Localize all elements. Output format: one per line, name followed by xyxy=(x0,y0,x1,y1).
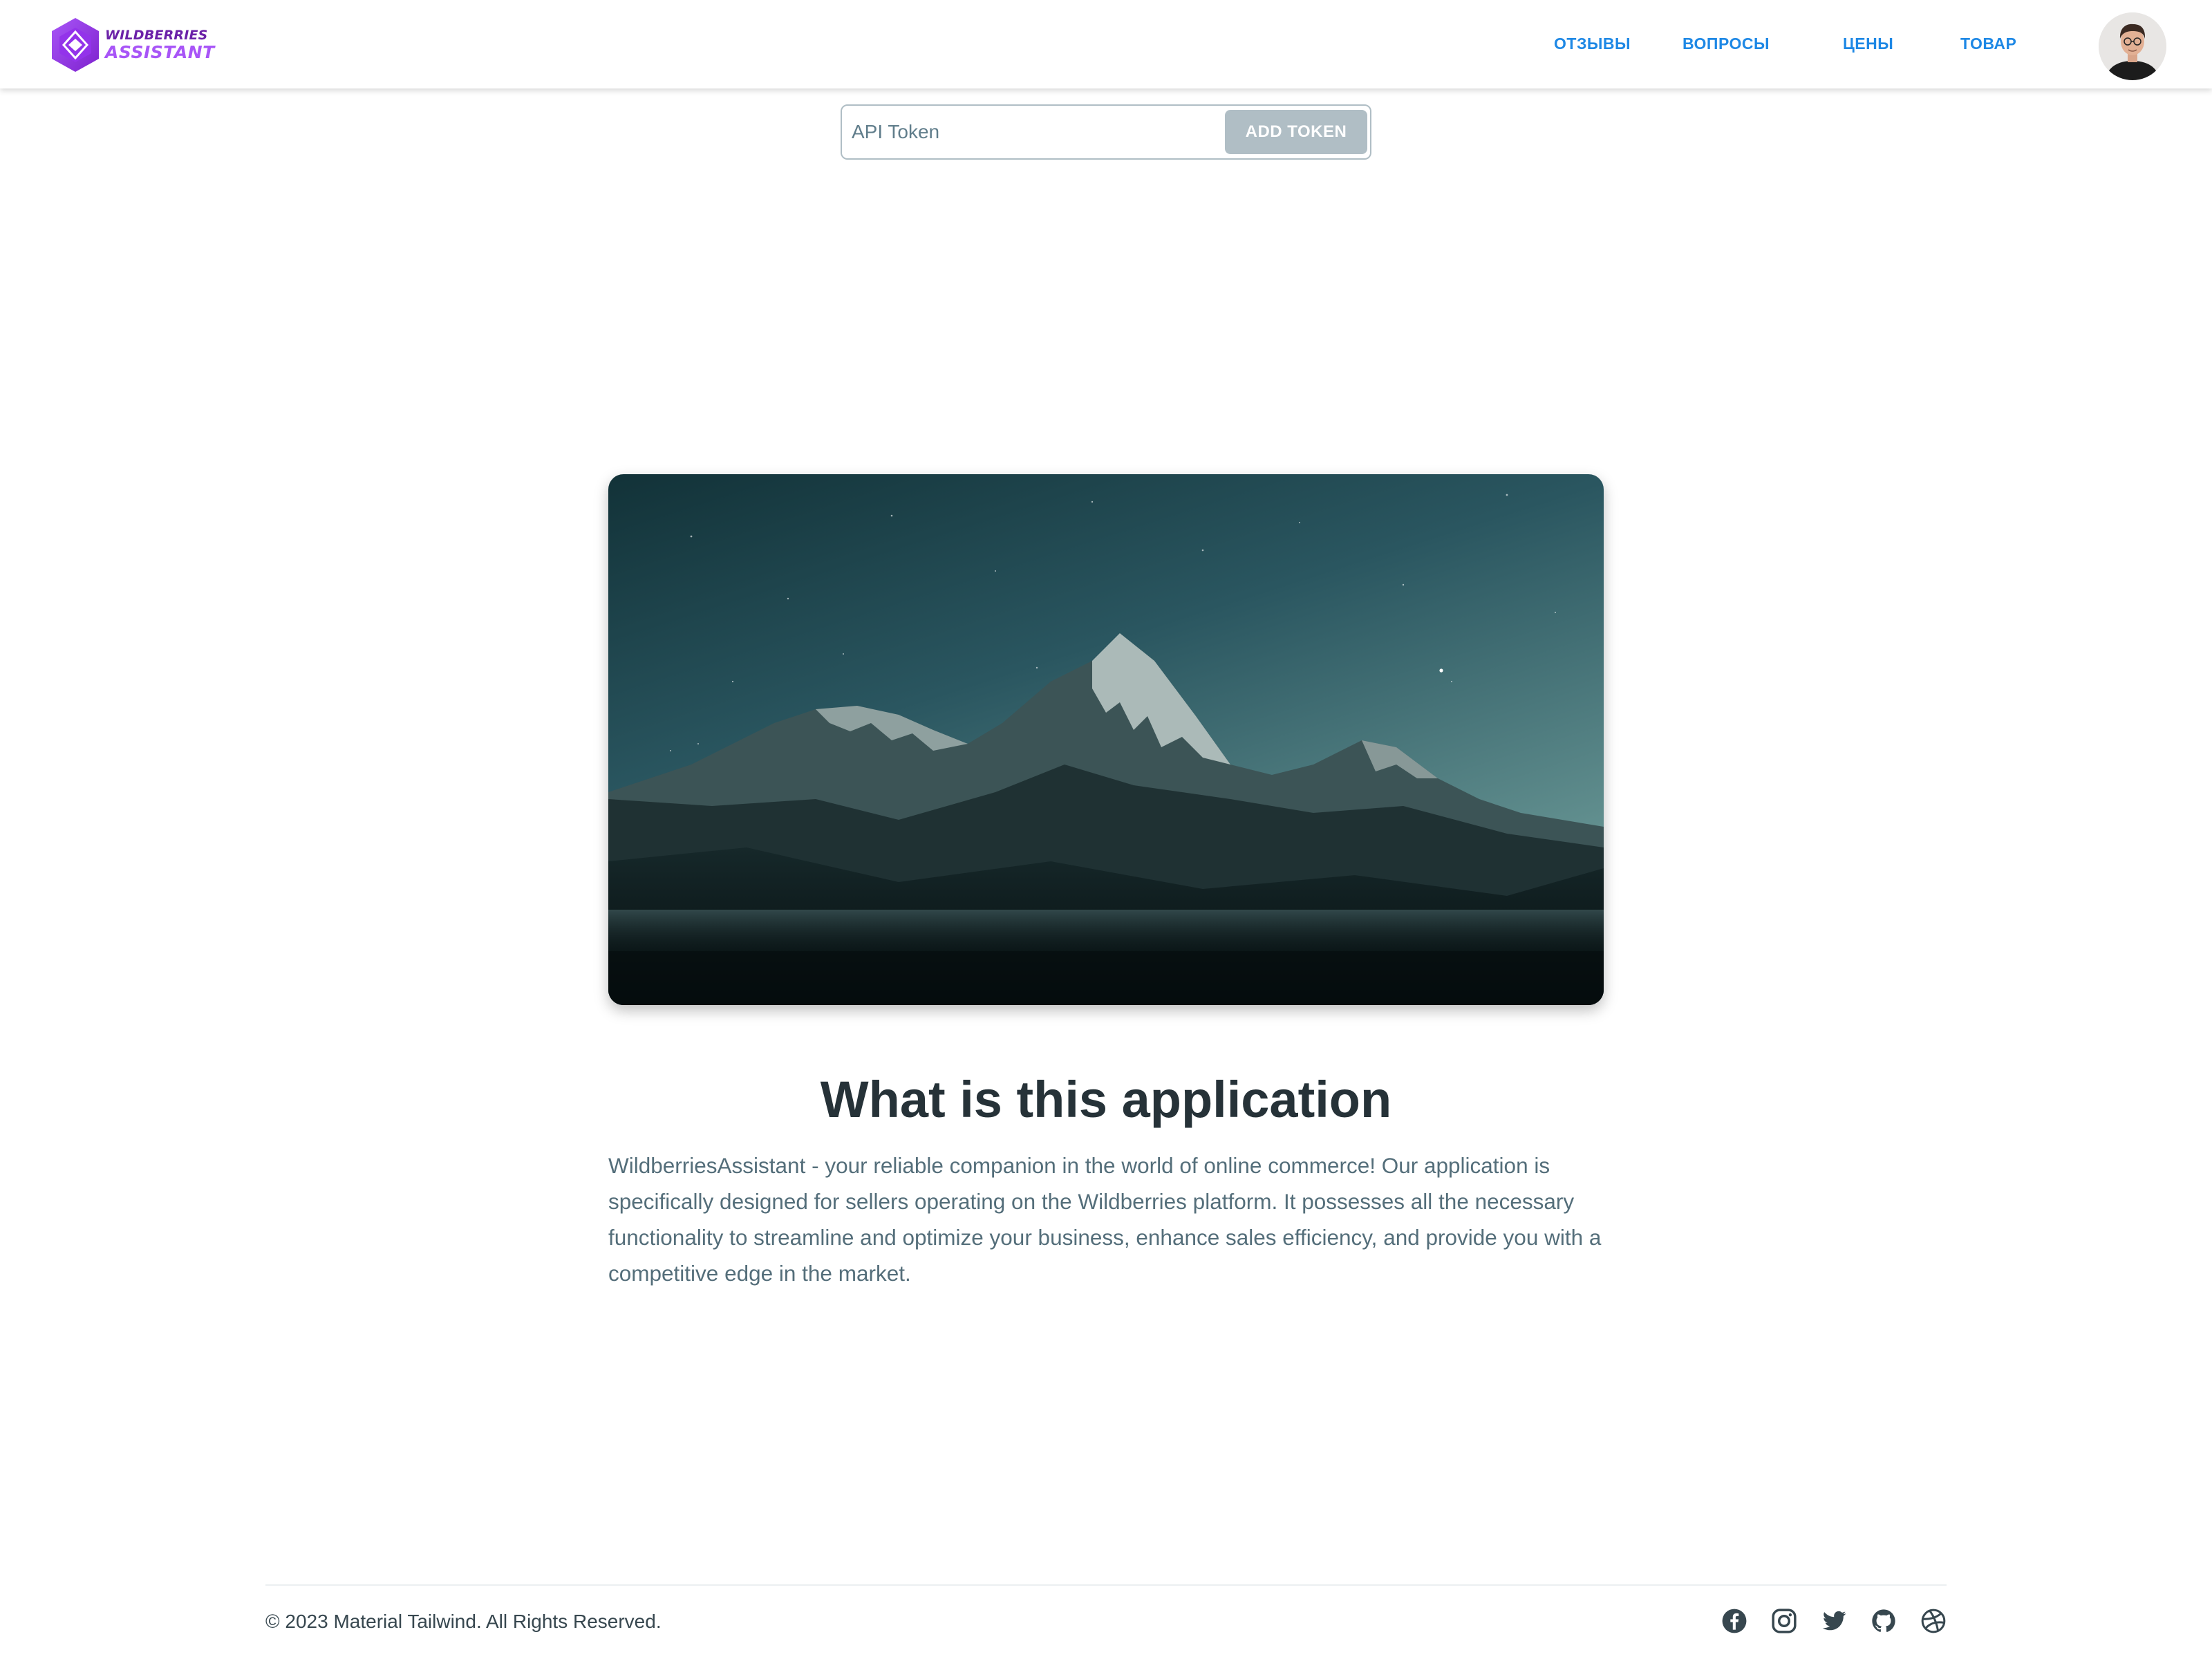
facebook-icon[interactable] xyxy=(1721,1608,1747,1634)
add-token-button[interactable]: ADD TOKEN xyxy=(1225,110,1367,154)
brand-logo[interactable]: WILDBERRIES ASSISTANT xyxy=(50,17,215,73)
logo-hexagon-icon xyxy=(52,18,99,72)
nav-link-product[interactable]: ТОВАР xyxy=(1960,35,2016,53)
user-avatar[interactable] xyxy=(2099,12,2166,80)
footer-copyright: © 2023 Material Tailwind. All Rights Res… xyxy=(265,1611,662,1632)
instagram-icon[interactable] xyxy=(1771,1608,1797,1634)
user-portrait-icon xyxy=(2099,12,2166,80)
dribbble-icon[interactable] xyxy=(1920,1608,1947,1634)
logo-text-line2: ASSISTANT xyxy=(105,42,215,62)
logo-text-line1: WILDBERRIES xyxy=(105,28,208,43)
top-navbar: WILDBERRIES ASSISTANT ОТЗЫВЫ ВОПРОСЫ ЦЕН… xyxy=(0,0,2212,88)
api-token-form: ADD TOKEN xyxy=(841,104,1371,160)
nav-link-reviews[interactable]: ОТЗЫВЫ xyxy=(1554,35,1631,53)
twitter-icon[interactable] xyxy=(1821,1608,1847,1634)
section-title: What is this application xyxy=(820,1071,1392,1128)
nav-link-questions[interactable]: ВОПРОСЫ xyxy=(1683,35,1770,53)
hero-image xyxy=(608,474,1604,1005)
mountain-landscape-image xyxy=(608,474,1604,1005)
github-icon[interactable] xyxy=(1871,1608,1897,1634)
section-description: WildberriesAssistant - your reliable com… xyxy=(608,1153,1602,1286)
footer-divider xyxy=(265,1584,1947,1586)
api-token-input[interactable] xyxy=(852,114,1211,150)
nav-link-prices[interactable]: ЦЕНЫ xyxy=(1843,35,1893,53)
